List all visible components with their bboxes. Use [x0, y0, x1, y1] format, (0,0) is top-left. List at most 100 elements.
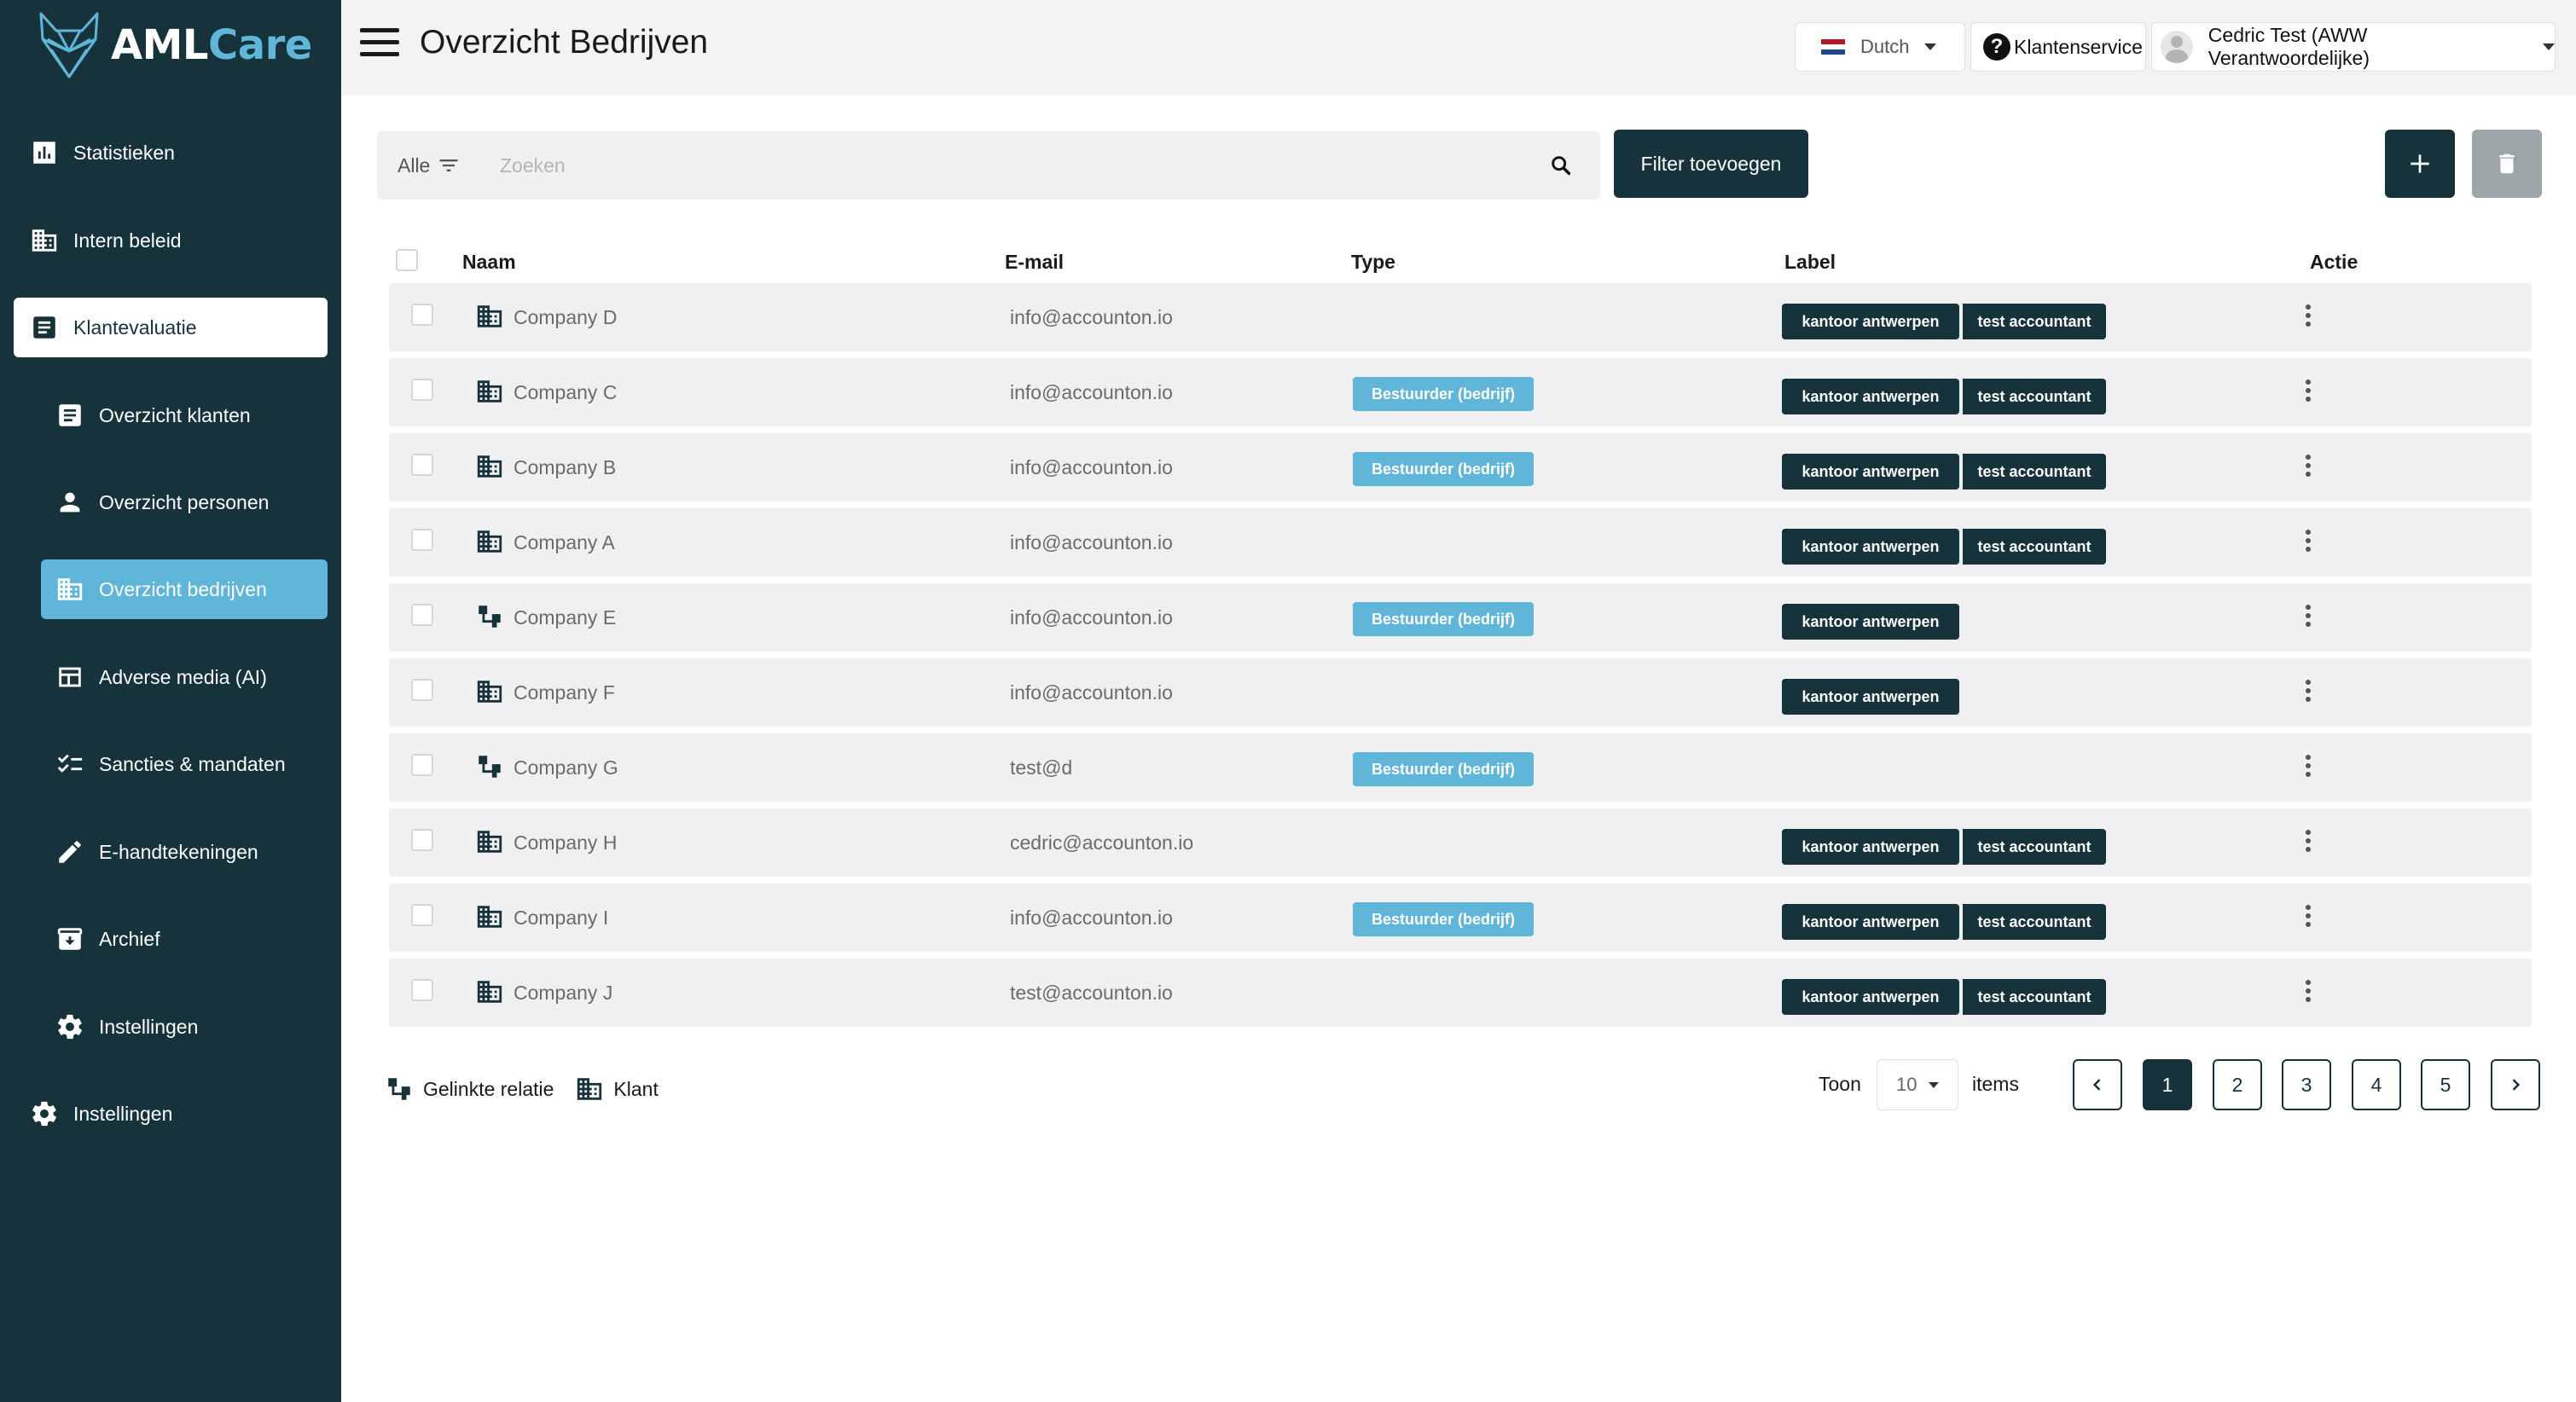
archive-icon: [55, 924, 85, 954]
company-email: cedric@accounton.io: [1010, 831, 1194, 854]
page-button[interactable]: 1: [2143, 1059, 2192, 1110]
row-checkbox[interactable]: [411, 379, 433, 401]
row-checkbox[interactable]: [411, 604, 433, 626]
prev-page-button[interactable]: [2073, 1059, 2122, 1110]
table-row[interactable]: Company A info@accounton.io kantoor antwer…: [389, 508, 2532, 576]
search-input[interactable]: Zoeken: [488, 154, 1542, 177]
user-menu[interactable]: Cedric Test (AWW Verantwoordelijke): [2151, 22, 2556, 72]
more-vertical-icon[interactable]: [2300, 749, 2317, 783]
more-vertical-icon[interactable]: [2300, 899, 2317, 933]
items-label: items: [1972, 1073, 2019, 1095]
page-size-select[interactable]: 10: [1877, 1059, 1958, 1110]
next-page-button[interactable]: [2491, 1059, 2540, 1110]
company-name[interactable]: Company C: [513, 381, 617, 404]
add-filter-button[interactable]: Filter toevoegen: [1614, 130, 1808, 198]
label-badge: kantoor antwerpen: [1782, 304, 1959, 339]
type-badge: Bestuurder (bedrijf): [1353, 377, 1534, 411]
page-title: Overzicht Bedrijven: [420, 24, 709, 61]
company-name[interactable]: Company G: [513, 756, 618, 779]
scope-filter[interactable]: Alle: [377, 154, 488, 177]
sidebar-item-label: Overzicht klanten: [99, 403, 251, 426]
language-value: Dutch: [1860, 36, 1910, 57]
linked-relation-icon: [474, 602, 505, 631]
sidebar-item-instellingen-sub[interactable]: Instellingen: [41, 997, 328, 1057]
company-name[interactable]: Company F: [513, 681, 615, 704]
page-button[interactable]: 3: [2282, 1059, 2331, 1110]
row-checkbox[interactable]: [411, 454, 433, 476]
sidebar-item-overzicht-klanten[interactable]: Overzicht klanten: [41, 385, 328, 445]
search-icon[interactable]: [1542, 147, 1580, 184]
sidebar-item-overzicht-personen[interactable]: Overzicht personen: [41, 472, 328, 532]
more-vertical-icon[interactable]: [2300, 674, 2317, 708]
table-row[interactable]: Company J test@accounton.io kantoor antwer…: [389, 959, 2532, 1027]
company-name[interactable]: Company A: [513, 531, 615, 554]
table-row[interactable]: Company G test@d Bestuurder (bedrijf): [389, 733, 2532, 802]
menu-icon[interactable]: [360, 28, 399, 62]
sidebar-item-sancties[interactable]: Sancties & mandaten: [41, 734, 328, 794]
label-badge: test accountant: [1959, 979, 2106, 1015]
row-checkbox[interactable]: [411, 529, 433, 551]
table-row[interactable]: Company F info@accounton.io kantoor antwer…: [389, 658, 2532, 727]
sidebar-item-klantevaluatie[interactable]: Klantevaluatie: [14, 298, 328, 357]
company-name[interactable]: Company J: [513, 982, 612, 1005]
sidebar-item-intern-beleid[interactable]: Intern beleid: [14, 211, 328, 270]
company-email: info@accounton.io: [1010, 907, 1173, 929]
more-vertical-icon[interactable]: [2300, 524, 2317, 558]
more-vertical-icon[interactable]: [2300, 449, 2317, 483]
company-name[interactable]: Company E: [513, 606, 616, 629]
building-icon: [55, 574, 85, 605]
table-row[interactable]: Company E info@accounton.io Bestuurder (be…: [389, 583, 2532, 652]
more-vertical-icon[interactable]: [2300, 599, 2317, 633]
chevron-left-icon: [2092, 1079, 2101, 1091]
company-name[interactable]: Company B: [513, 456, 616, 479]
logo[interactable]: AMLCare: [32, 7, 312, 84]
company-name[interactable]: Company I: [513, 907, 608, 930]
row-checkbox[interactable]: [411, 904, 433, 926]
row-checkbox[interactable]: [411, 679, 433, 701]
sidebar-item-overzicht-bedrijven[interactable]: Overzicht bedrijven: [41, 559, 328, 619]
label-badge: kantoor antwerpen: [1782, 829, 1959, 865]
table-row[interactable]: Company H cedric@accounton.io kantoor antw…: [389, 808, 2532, 877]
legend-linked: Gelinkte relatie: [384, 1075, 554, 1104]
label-badge: kantoor antwerpen: [1782, 904, 1959, 940]
more-vertical-icon[interactable]: [2300, 298, 2317, 333]
column-header-type[interactable]: Type: [1351, 251, 1395, 274]
delete-button[interactable]: [2472, 130, 2542, 198]
sidebar-item-instellingen[interactable]: Instellingen: [14, 1084, 328, 1144]
add-button[interactable]: [2385, 130, 2455, 198]
row-checkbox[interactable]: [411, 304, 433, 326]
sidebar-item-label: Adverse media (AI): [99, 665, 267, 688]
table-row[interactable]: Company C info@accounton.io Bestuurder (be…: [389, 358, 2532, 426]
table-row[interactable]: Company D info@accounton.io kantoor antwer…: [389, 283, 2532, 351]
more-vertical-icon[interactable]: [2300, 374, 2317, 408]
column-header-name[interactable]: Naam: [462, 251, 516, 274]
row-checkbox[interactable]: [411, 979, 433, 1001]
checklist-icon: [55, 749, 85, 779]
column-header-label[interactable]: Label: [1784, 251, 1836, 274]
label-badge: test accountant: [1959, 829, 2106, 865]
column-header-email[interactable]: E-mail: [1005, 251, 1064, 274]
company-name[interactable]: Company H: [513, 831, 617, 855]
sidebar-item-statistieken[interactable]: Statistieken: [14, 123, 328, 182]
row-checkbox[interactable]: [411, 754, 433, 776]
row-checkbox[interactable]: [411, 829, 433, 851]
help-button[interactable]: ? Klantenservice: [1970, 22, 2146, 72]
page-button[interactable]: 4: [2352, 1059, 2401, 1110]
sidebar-item-adverse-media[interactable]: Adverse media (AI): [41, 647, 328, 707]
table-row[interactable]: Company I info@accounton.io Bestuurder (be…: [389, 883, 2532, 952]
table-row[interactable]: Company B info@accounton.io Bestuurder (be…: [389, 433, 2532, 501]
chevron-down-icon: [1924, 43, 1937, 50]
trash-icon: [2499, 154, 2515, 174]
more-vertical-icon[interactable]: [2300, 974, 2317, 1008]
language-select[interactable]: Dutch: [1795, 22, 1965, 72]
netherlands-flag-icon: [1821, 39, 1845, 55]
company-name[interactable]: Company D: [513, 306, 617, 329]
sidebar-item-label: Overzicht personen: [99, 490, 270, 513]
page-button[interactable]: 5: [2421, 1059, 2470, 1110]
page-button[interactable]: 2: [2213, 1059, 2262, 1110]
more-vertical-icon[interactable]: [2300, 824, 2317, 858]
select-all-checkbox[interactable]: [396, 249, 418, 271]
sidebar-item-e-handtekeningen[interactable]: E-handtekeningen: [41, 822, 328, 882]
sidebar-item-archief[interactable]: Archief: [41, 909, 328, 969]
type-badge: Bestuurder (bedrijf): [1353, 752, 1534, 786]
